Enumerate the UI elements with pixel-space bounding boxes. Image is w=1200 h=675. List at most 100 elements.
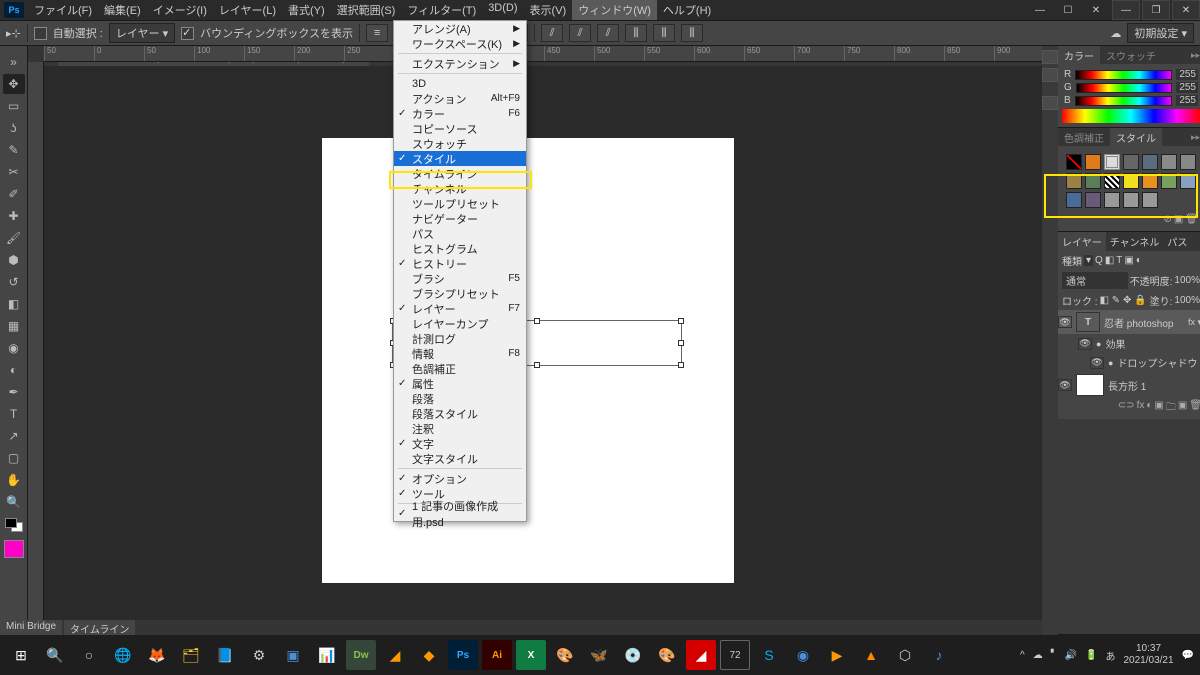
app-icon-10[interactable]: ▶ (822, 640, 852, 670)
menu-row[interactable]: ✓ヒストリー (394, 256, 526, 271)
style-swatch[interactable] (1142, 173, 1158, 189)
style-swatch[interactable] (1123, 192, 1139, 208)
menu-row[interactable]: スウォッチ (394, 136, 526, 151)
panel-icon-1[interactable] (1042, 50, 1058, 64)
panel-icon-3[interactable] (1042, 96, 1058, 110)
menu-row[interactable]: ツールプリセット (394, 196, 526, 211)
quickselect-tool[interactable]: ✎ (3, 140, 25, 160)
search-button[interactable]: 🔍 (40, 640, 70, 670)
menu-row[interactable]: 段落スタイル (394, 406, 526, 421)
menu-row[interactable]: チャンネル (394, 181, 526, 196)
auto-select-target[interactable]: レイヤー ▾ (109, 23, 175, 43)
menu-type[interactable]: 書式(Y) (282, 0, 331, 20)
style-swatch[interactable] (1085, 192, 1101, 208)
tray-up-icon[interactable]: ^ (1020, 650, 1025, 661)
menu-row[interactable]: パス (394, 226, 526, 241)
style-swatch[interactable] (1180, 173, 1196, 189)
app-icon-7[interactable]: 💿 (618, 640, 648, 670)
color-swatch[interactable] (5, 518, 23, 532)
style-swatch[interactable] (1142, 154, 1158, 170)
menu-row[interactable]: ✓オプション (394, 471, 526, 486)
eraser-tool[interactable]: ◧ (3, 294, 25, 314)
app-icon-4[interactable]: ◢ (380, 640, 410, 670)
menu-row[interactable]: 文字スタイル (394, 451, 526, 466)
menu-row[interactable]: ✓レイヤーF7 (394, 301, 526, 316)
ime-icon[interactable]: あ (1105, 648, 1115, 663)
styles-new-icon[interactable]: ⊘ (1163, 214, 1171, 225)
app-icon-11[interactable]: ⬡ (890, 640, 920, 670)
style-swatch[interactable] (1123, 154, 1139, 170)
menu-filter[interactable]: フィルター(T) (401, 0, 482, 20)
dist-btn-6[interactable]: ⫼ (681, 24, 703, 42)
layer-row[interactable]: 👁T忍者 photoshopfx ▾ (1058, 310, 1200, 334)
battery-icon[interactable]: 🔋 (1085, 650, 1097, 661)
timeline-tab[interactable]: タイムライン (64, 620, 135, 635)
menu-row[interactable]: ヒストグラム (394, 241, 526, 256)
style-swatch[interactable] (1104, 173, 1120, 189)
show-bbox-checkbox[interactable] (181, 27, 194, 40)
settings-icon[interactable]: ⚙ (244, 640, 274, 670)
brush-tool[interactable]: 🖌 (3, 228, 25, 248)
style-swatch[interactable] (1161, 154, 1177, 170)
dist-btn-4[interactable]: ⫼ (625, 24, 647, 42)
menu-help[interactable]: ヘルプ(H) (657, 0, 717, 20)
skype-icon[interactable]: S (754, 640, 784, 670)
inner-restore-button[interactable]: ❐ (1142, 0, 1170, 20)
heal-tool[interactable]: ✚ (3, 206, 25, 226)
panel-icon-2[interactable] (1042, 68, 1058, 82)
start-button[interactable]: ⊞ (6, 640, 36, 670)
app-icon-2[interactable]: ▣ (278, 640, 308, 670)
crop-tool[interactable]: ✂ (3, 162, 25, 182)
menu-row[interactable]: ✓カラーF6 (394, 106, 526, 121)
dist-btn-5[interactable]: ⫼ (653, 24, 675, 42)
menu-row[interactable]: ✓属性 (394, 376, 526, 391)
cloud-icon[interactable]: ☁ (1110, 27, 1121, 40)
dist-btn-2[interactable]: ⫽ (569, 24, 591, 42)
menu-image[interactable]: イメージ(I) (147, 0, 213, 20)
layer-row[interactable]: 👁●ドロップシャドウ (1058, 353, 1200, 372)
menu-row[interactable]: 段落 (394, 391, 526, 406)
expand-icon[interactable]: » (3, 52, 25, 72)
style-swatch[interactable] (1180, 154, 1196, 170)
volume-icon[interactable]: 🔊 (1065, 650, 1077, 661)
hue-ramp[interactable] (1062, 109, 1200, 123)
menu-row[interactable]: ワークスペース(K)▶ (394, 36, 526, 51)
menu-row[interactable]: ✓1 記事の画像作成用.psd (394, 506, 526, 521)
menu-layer[interactable]: レイヤー(L) (213, 0, 282, 20)
r-slider[interactable] (1075, 70, 1172, 80)
style-swatch[interactable] (1085, 154, 1101, 170)
firefox-icon[interactable]: 🦊 (142, 640, 172, 670)
menu-edit[interactable]: 編集(E) (98, 0, 147, 20)
menu-row[interactable]: 注釈 (394, 421, 526, 436)
style-swatch[interactable] (1066, 173, 1082, 189)
style-swatch[interactable] (1085, 173, 1101, 189)
menu-row[interactable]: 情報F8 (394, 346, 526, 361)
stamp-tool[interactable]: ⬢ (3, 250, 25, 270)
marquee-tool[interactable]: ▭ (3, 96, 25, 116)
music-icon[interactable]: ♪ (924, 640, 954, 670)
avira-icon[interactable]: ◢ (686, 640, 716, 670)
menu-row[interactable]: アレンジ(A)▶ (394, 21, 526, 36)
lasso-tool[interactable]: ʖ (3, 118, 25, 138)
menu-row[interactable]: 色調補正 (394, 361, 526, 376)
app-icon-9[interactable]: ◉ (788, 640, 818, 670)
excel-icon[interactable]: X (516, 640, 546, 670)
chrome-icon[interactable]: 🌐 (108, 640, 138, 670)
app-icon-3[interactable]: 📊 (312, 640, 342, 670)
canvas-viewport[interactable]: toshop (44, 62, 1050, 620)
zoom-tool[interactable]: 🔍 (3, 492, 25, 512)
menu-row[interactable]: アクションAlt+F9 (394, 91, 526, 106)
paths-tab[interactable]: パス (1163, 232, 1191, 251)
explorer-icon[interactable]: 🗂 (176, 640, 206, 670)
sublime-icon[interactable]: ◆ (414, 640, 444, 670)
menu-row[interactable]: 計測ログ (394, 331, 526, 346)
app-icon-8[interactable]: 🎨 (652, 640, 682, 670)
eyedropper-tool[interactable]: ✐ (3, 184, 25, 204)
channels-tab[interactable]: チャンネル (1106, 232, 1164, 251)
shape-tool[interactable]: ▢ (3, 448, 25, 468)
wifi-icon[interactable]: 🬀 (1051, 650, 1057, 661)
menu-select[interactable]: 選択範囲(S) (331, 0, 402, 20)
menu-window[interactable]: ウィンドウ(W) (572, 0, 657, 20)
g-slider[interactable] (1076, 83, 1172, 93)
style-swatch[interactable] (1104, 192, 1120, 208)
